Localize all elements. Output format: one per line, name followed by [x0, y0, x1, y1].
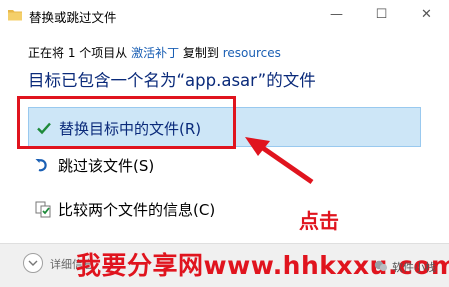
- folder-icon: [8, 10, 22, 21]
- skip-file-option[interactable]: 跳过该文件(S): [28, 145, 421, 185]
- destination-folder-link[interactable]: resources: [223, 46, 281, 60]
- compare-icon: [35, 201, 51, 218]
- source-folder-link[interactable]: 激活补丁: [131, 46, 179, 60]
- copy-info-prefix: 正在将 1 个项目从: [28, 46, 132, 60]
- annotation-highlight-box: [17, 96, 236, 149]
- skip-file-label: 跳过该文件(S): [58, 157, 155, 175]
- maximize-button[interactable]: ☐: [359, 0, 404, 30]
- compare-files-label: 比较两个文件的信息(C): [58, 201, 216, 219]
- conflict-headline: 目标已包含一个名为“app.asar”的文件: [28, 71, 316, 90]
- annotation-click-text: 点击: [299, 209, 339, 233]
- minimize-button[interactable]: —: [314, 0, 359, 30]
- corner-brand-text: 软件小栈: [392, 261, 436, 274]
- copy-info-middle: 复制到: [179, 46, 223, 60]
- compare-files-option[interactable]: 比较两个文件的信息(C): [28, 189, 421, 229]
- replace-skip-dialog: 替换或跳过文件 — ☐ ✕ 正在将 1 个项目从 激活补丁 复制到 resour…: [0, 0, 449, 287]
- wechat-logo-icon: [374, 260, 388, 272]
- expand-details-button[interactable]: [23, 253, 43, 273]
- copy-info: 正在将 1 个项目从 激活补丁 复制到 resources: [28, 44, 281, 61]
- title-bar: 替换或跳过文件 — ☐ ✕: [0, 0, 449, 30]
- close-button[interactable]: ✕: [404, 0, 449, 30]
- chevron-down-icon: [28, 260, 38, 266]
- window-title: 替换或跳过文件: [29, 10, 117, 25]
- annotation-arrow-icon: [245, 137, 314, 185]
- skip-icon: [35, 159, 47, 172]
